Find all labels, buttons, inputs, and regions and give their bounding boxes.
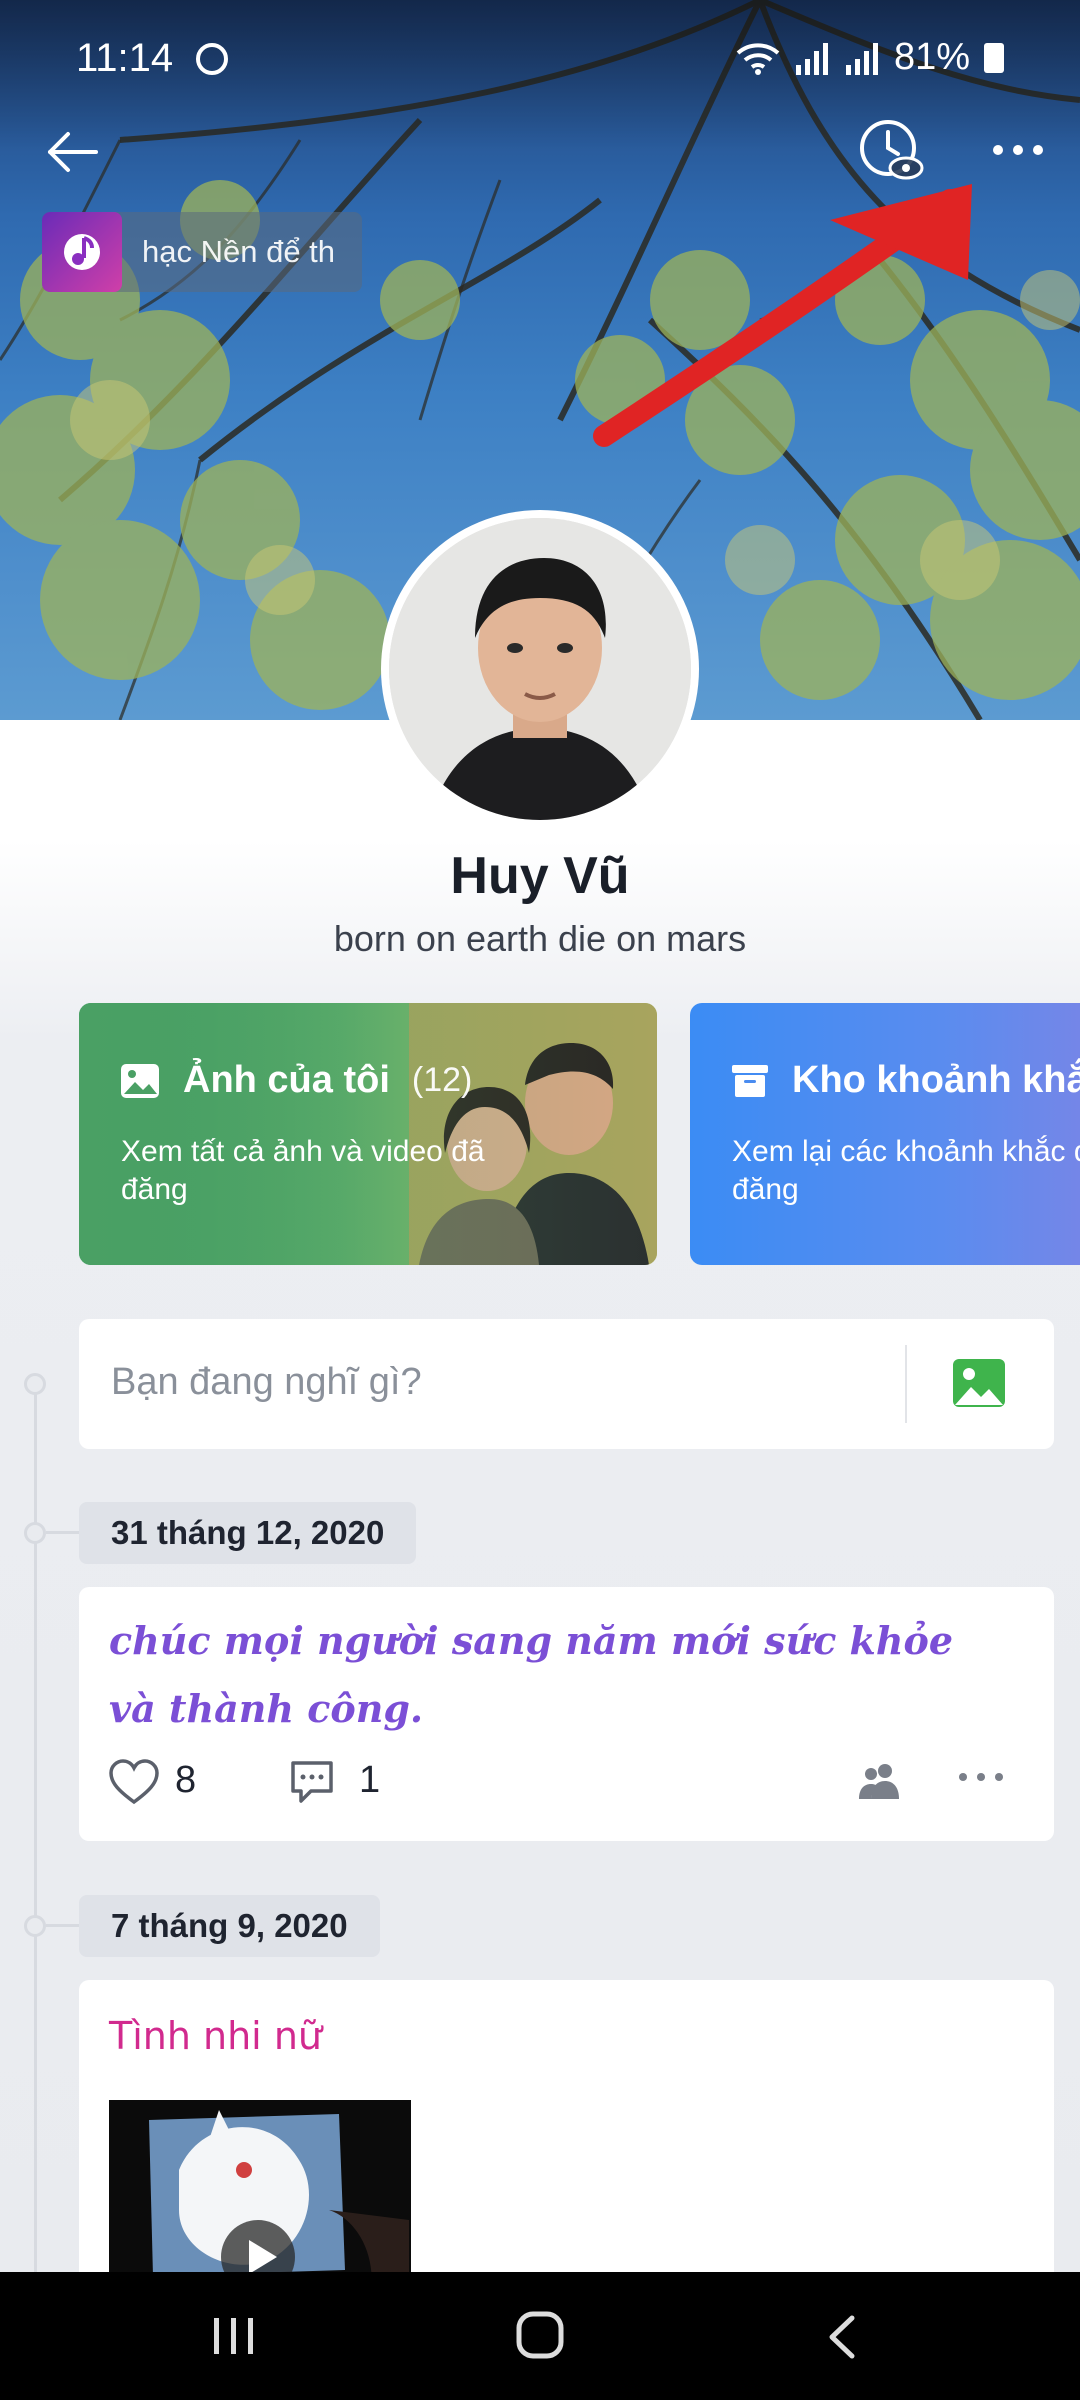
my-photos-label: Ảnh của tôi [183,1059,390,1101]
clock-time: 11:14 [76,36,174,80]
annotation-arrow [593,184,972,447]
signal-icon-2 [845,42,878,75]
avatar-photo [389,518,691,820]
post-text: chúc mọi người sang năm mới sức khỏe và … [109,1618,954,1731]
video-thumbnail[interactable] [109,2100,411,2272]
moments-archive-card[interactable]: Kho khoảnh khắc Xem lại các khoảnh khắc … [690,1003,1080,1265]
image-icon [121,1063,159,1098]
status-composer[interactable]: Bạn đang nghĩ gì? [79,1319,1054,1449]
post-title: Tình nhi nữ [109,2014,322,2058]
post-date-chip: 31 tháng 12, 2020 [79,1502,417,1564]
home-icon[interactable] [515,2310,565,2360]
recent-apps-icon[interactable] [212,2316,256,2356]
comment-count: 1 [359,1759,381,1801]
composer-divider [905,1345,907,1423]
my-photos-card[interactable]: Ảnh của tôi (12) Xem tất cả ảnh và video… [79,1003,657,1265]
sync-icon [196,43,229,75]
my-photos-count: (12) [411,1061,473,1099]
timeline-dash [46,1531,80,1534]
play-button[interactable] [221,2220,295,2272]
status-bar: 11:14 81% [0,0,1080,120]
wifi-icon [736,42,780,75]
add-photo-icon[interactable] [953,1359,1005,1407]
post-date-chip: 7 tháng 9, 2020 [79,1895,380,1957]
heart-icon[interactable] [109,1759,159,1805]
timeline-dot [24,1522,46,1544]
status-time: 11:14 [76,36,229,81]
moments-title: Kho khoảnh khắc [730,1059,1080,1102]
battery-icon [984,42,1004,73]
post-card[interactable]: Tình nhi nữ [79,1980,1054,2272]
music-title: hạc Nền để th [142,234,336,269]
signal-icon [795,42,828,75]
timeline-dot [24,1373,46,1395]
profile-bio: born on earth die on mars [333,918,747,959]
moments-description: Xem lại các khoảnh khắc đã đăng [732,1135,1080,1206]
my-photos-title: Ảnh của tôi (12) [119,1059,472,1102]
profile-music-chip[interactable]: hạc Nền để th [42,212,362,292]
post-more-icon[interactable] [957,1769,1005,1785]
my-photos-description: Xem tất cả ảnh và video đã đăng [121,1135,485,1206]
post-card[interactable]: chúc mọi người sang năm mới sức khỏe và … [79,1587,1054,1841]
profile-avatar[interactable] [381,510,699,828]
status-indicators: 81% [736,36,1004,79]
battery-percent: 81% [893,36,970,78]
play-icon [249,2240,277,2272]
timeline-line [34,1385,37,2275]
comment-icon[interactable] [289,1759,335,1805]
moments-label: Kho khoảnh khắc [792,1059,1080,1101]
system-back-icon[interactable] [826,2314,856,2360]
archive-icon [732,1064,768,1097]
composer-placeholder[interactable]: Bạn đang nghĩ gì? [111,1361,422,1404]
music-note-icon [42,212,122,292]
like-count: 8 [175,1759,197,1801]
timeline-dash [46,1924,80,1927]
friends-privacy-icon[interactable] [857,1761,901,1801]
back-arrow-icon[interactable] [40,120,104,184]
post-actions: 8 1 [109,1753,1024,1813]
timeline-dot [24,1915,46,1937]
profile-name: Huy Vũ [450,847,630,905]
system-navigation-bar [0,2272,1080,2400]
